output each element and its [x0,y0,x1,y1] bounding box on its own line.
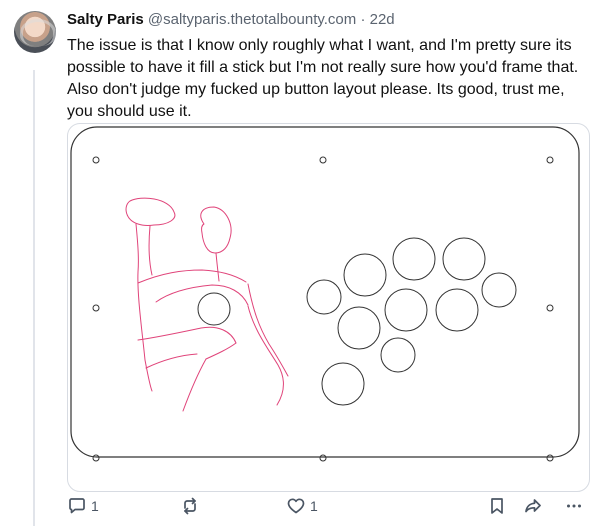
share-button[interactable] [523,496,543,516]
bookmark-icon [491,498,503,514]
like-count: 1 [310,498,318,514]
button [306,279,342,315]
button [392,237,436,281]
post-text: The issue is that I know only roughly wh… [67,37,579,120]
bookmark-button[interactable] [487,496,507,516]
post-header: Salty Paris @saltyparis.thetotalbounty.c… [67,10,395,30]
like-button[interactable]: 1 [286,496,318,516]
repost-icon [184,497,196,515]
button [442,237,486,281]
button [435,288,479,332]
like-icon [287,498,305,514]
reply-count: 1 [91,498,99,514]
button [321,362,365,406]
post-actions: 1 1 [67,490,600,520]
reply-icon [69,498,85,514]
button [343,253,387,297]
button [384,288,428,332]
button [197,292,231,326]
repost-button[interactable] [180,496,200,516]
more-icon [567,504,581,508]
handle[interactable]: @saltyparis.thetotalbounty.com [148,11,356,28]
more-options-button[interactable] [564,496,584,516]
leverless-layout-sketch [70,126,580,462]
post-age[interactable]: 22d [370,11,395,28]
reply-button[interactable]: 1 [67,496,99,516]
button [337,306,381,350]
button [380,337,416,373]
post[interactable]: Salty Paris @saltyparis.thetotalbounty.c… [12,8,600,526]
button [481,272,517,308]
avatar[interactable] [14,11,56,53]
display-name[interactable]: Salty Paris [67,11,144,28]
share-icon [525,499,541,513]
media-image[interactable] [67,123,590,492]
separator: · [360,11,366,28]
